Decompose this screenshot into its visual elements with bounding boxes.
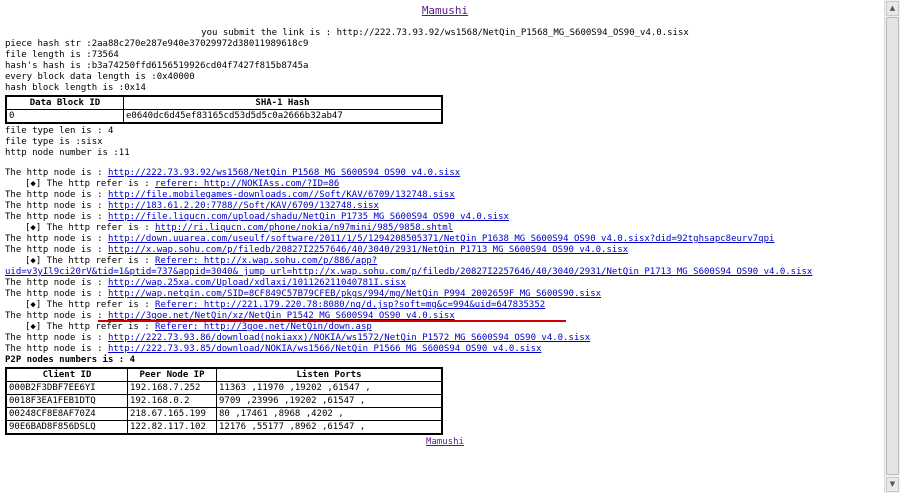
table-row: 00248CF8E8AF70Z4 218.67.165.199 80 ,1746… [5,407,443,421]
table-cell: 0 [5,109,124,124]
node-prefix: The http node is : [5,168,108,178]
block-table-header: SHA-1 Hash [123,95,443,110]
table-cell: 192.168.7.252 [127,381,217,395]
p2p-table-header: Listen Ports [216,367,443,382]
node-url-link[interactable]: http://222.73.93.86/download(nokiaxx)/NO… [108,333,590,343]
scroll-up-arrow-icon[interactable]: ▲ [886,1,899,16]
block-table-header: Data Block ID [5,95,124,110]
submit-line: you submit the link is : http://222.73.9… [201,28,689,38]
node-prefix: The http node is : [5,190,108,200]
file-info: file type len is : 4 file type is :sisx … [5,126,885,159]
node-line: The http node is : http://222.73.93.86/d… [5,333,885,344]
node-prefix: The http node is : [5,289,108,299]
refer-url-link[interactable]: http://ri.liqucn.com/phone/nokia/n97mini… [155,223,453,233]
node-line: The http node is : http://file.liqucn.co… [5,212,885,223]
info-line: file type is :sisx [5,137,103,147]
node-line: The http node is : http://183.61.2.20:77… [5,201,885,212]
scroll-down-arrow-icon[interactable]: ▼ [886,477,899,492]
table-cell: 00248CF8E8AF70Z4 [5,407,128,421]
node-prefix: The http node is : [5,311,108,321]
p2p-table-header: Peer Node IP [127,367,217,382]
info-line: http node number is :11 [5,148,130,158]
table-row: 90E6BAD8F856DSLQ 122.82.117.102 12176 ,5… [5,420,443,435]
info-line: file length is :73564 [5,50,119,60]
info-line: file type len is : 4 [5,126,114,136]
node-prefix: The http node is : [5,212,108,222]
table-cell: e0640dc6d45ef83165cd53d5d5c0a2666b32ab47 [123,109,443,124]
table-cell: 218.67.165.199 [127,407,217,421]
page-footer: Mamushi [5,437,885,447]
p2p-table-header: Client ID [5,367,128,382]
table-cell: 12176 ,55177 ,8962 ,61547 , [216,420,443,435]
refer-prefix: [◆] The http refer is : [25,179,156,189]
node-url-link[interactable]: http://wap.25xa.com/Upload/xdlaxi/101126… [108,278,406,288]
node-line: The http node is : http://file.mobilegam… [5,190,885,201]
refer-prefix: [◆] The http refer is : [25,322,156,332]
node-list: The http node is : http://222.73.93.92/w… [5,168,885,355]
node-prefix: The http node is : [5,333,108,343]
node-prefix: The http node is : [5,245,108,255]
info-line: every block data length is :0x40000 [5,72,195,82]
hash-info: piece hash str :2aa88c270e287e940e370299… [5,39,885,94]
refer-line-continued: uid=v3yIl9ci20rV&tid=1&ptid=737&appid=30… [5,267,885,278]
table-row: 0 e0640dc6d45ef83165cd53d5d5c0a2666b32ab… [5,109,443,124]
refer-prefix: [◆] The http refer is : [25,256,156,266]
node-prefix: The http node is : [5,234,108,244]
block-table: Data Block ID SHA-1 Hash 0 e0640dc6d45ef… [5,95,443,124]
node-prefix: The http node is : [5,344,108,354]
node-prefix: The http node is : [5,201,108,211]
title-link[interactable]: Mamushi [422,4,468,17]
p2p-table: Client ID Peer Node IP Listen Ports 000B… [5,367,443,435]
node-prefix: The http node is : [5,278,108,288]
node-line: The http node is : http://222.73.93.85/d… [5,344,885,355]
vertical-scrollbar[interactable]: ▲ ▼ [884,0,900,493]
node-line: The http node is : http://wap.25xa.com/U… [5,278,885,289]
refer-line: [◆] The http refer is : http://ri.liqucn… [5,223,885,234]
table-row: 0018F3EA1FEB1DTQ 192.168.0.2 9709 ,23996… [5,394,443,408]
refer-url-link[interactable]: Referer: http://221.179.220.78:8080/nq/d… [155,300,545,310]
node-line: The http node is : http://222.73.93.92/w… [5,168,885,179]
table-cell: 90E6BAD8F856DSLQ [5,420,128,435]
node-url-link[interactable]: http://x.wap.sohu.com/p/filedb/20827I225… [108,245,628,255]
refer-prefix: [◆] The http refer is : [25,300,156,310]
node-url-link[interactable]: http://222.73.93.92/ws1568/NetQin_P1568_… [108,168,460,178]
page-content: Mamushi you submit the link is : http://… [5,0,885,447]
info-line: piece hash str :2aa88c270e287e940e370299… [5,39,309,49]
p2p-heading: P2P nodes numbers is : 4 [5,355,136,365]
refer-line: [◆] The http refer is : Referer: http://… [5,322,885,333]
node-url-link[interactable]: http://down.uuarea.com/useulf/software/2… [108,234,774,244]
refer-url-link-continued[interactable]: uid=v3yIl9ci20rV&tid=1&ptid=737&appid=30… [5,267,812,277]
node-url-link[interactable]: http://wap.netqin.com/SID=8CF849C57B79CF… [108,289,601,299]
table-row: 000B2F3DBF7EE6YI 192.168.7.252 11363 ,11… [5,381,443,395]
refer-line: [◆] The http refer is : referer: http://… [5,179,885,190]
info-line: hash block length is :0x14 [5,83,146,93]
node-url-link[interactable]: http://222.73.93.85/download/NOKIA/ws156… [108,344,541,354]
info-line: hash's hash is :b3a74250ffd6156519926cd0… [5,61,309,71]
table-cell: 192.168.0.2 [127,394,217,408]
node-line: The http node is : http://down.uuarea.co… [5,234,885,245]
refer-url-link[interactable]: referer: http://NOKIAss.com/?ID=86 [155,179,339,189]
footer-link[interactable]: Mamushi [426,437,464,447]
table-cell: 11363 ,11970 ,19202 ,61547 , [216,381,443,395]
refer-url-link[interactable]: Referer: http://x.wap.sohu.com/p/886/app… [155,256,377,266]
node-url-link[interactable]: http://file.mobilegames-downloads.com//S… [108,190,455,200]
refer-line: [◆] The http refer is : Referer: http://… [5,256,885,267]
page-title: Mamushi [5,4,885,18]
red-underline-annotation [98,320,566,322]
refer-url-link[interactable]: Referer: http://3goe.net/NetQin/down.asp [155,322,372,332]
node-url-link[interactable]: http://file.liqucn.com/upload/shadu/NetQ… [108,212,509,222]
refer-prefix: [◆] The http refer is : [25,223,156,233]
table-cell: 9709 ,23996 ,19202 ,61547 , [216,394,443,408]
node-line: The http node is : http://x.wap.sohu.com… [5,245,885,256]
table-cell: 80 ,17461 ,8968 ,4202 , [216,407,443,421]
table-cell: 000B2F3DBF7EE6YI [5,381,128,395]
node-url-link[interactable]: http://183.61.2.20:7788//Soft/KAV/6709/1… [108,201,379,211]
refer-line: [◆] The http refer is : Referer: http://… [5,300,885,311]
table-cell: 122.82.117.102 [127,420,217,435]
scrollbar-thumb[interactable] [886,17,899,475]
node-line: The http node is : http://wap.netqin.com… [5,289,885,300]
table-cell: 0018F3EA1FEB1DTQ [5,394,128,408]
